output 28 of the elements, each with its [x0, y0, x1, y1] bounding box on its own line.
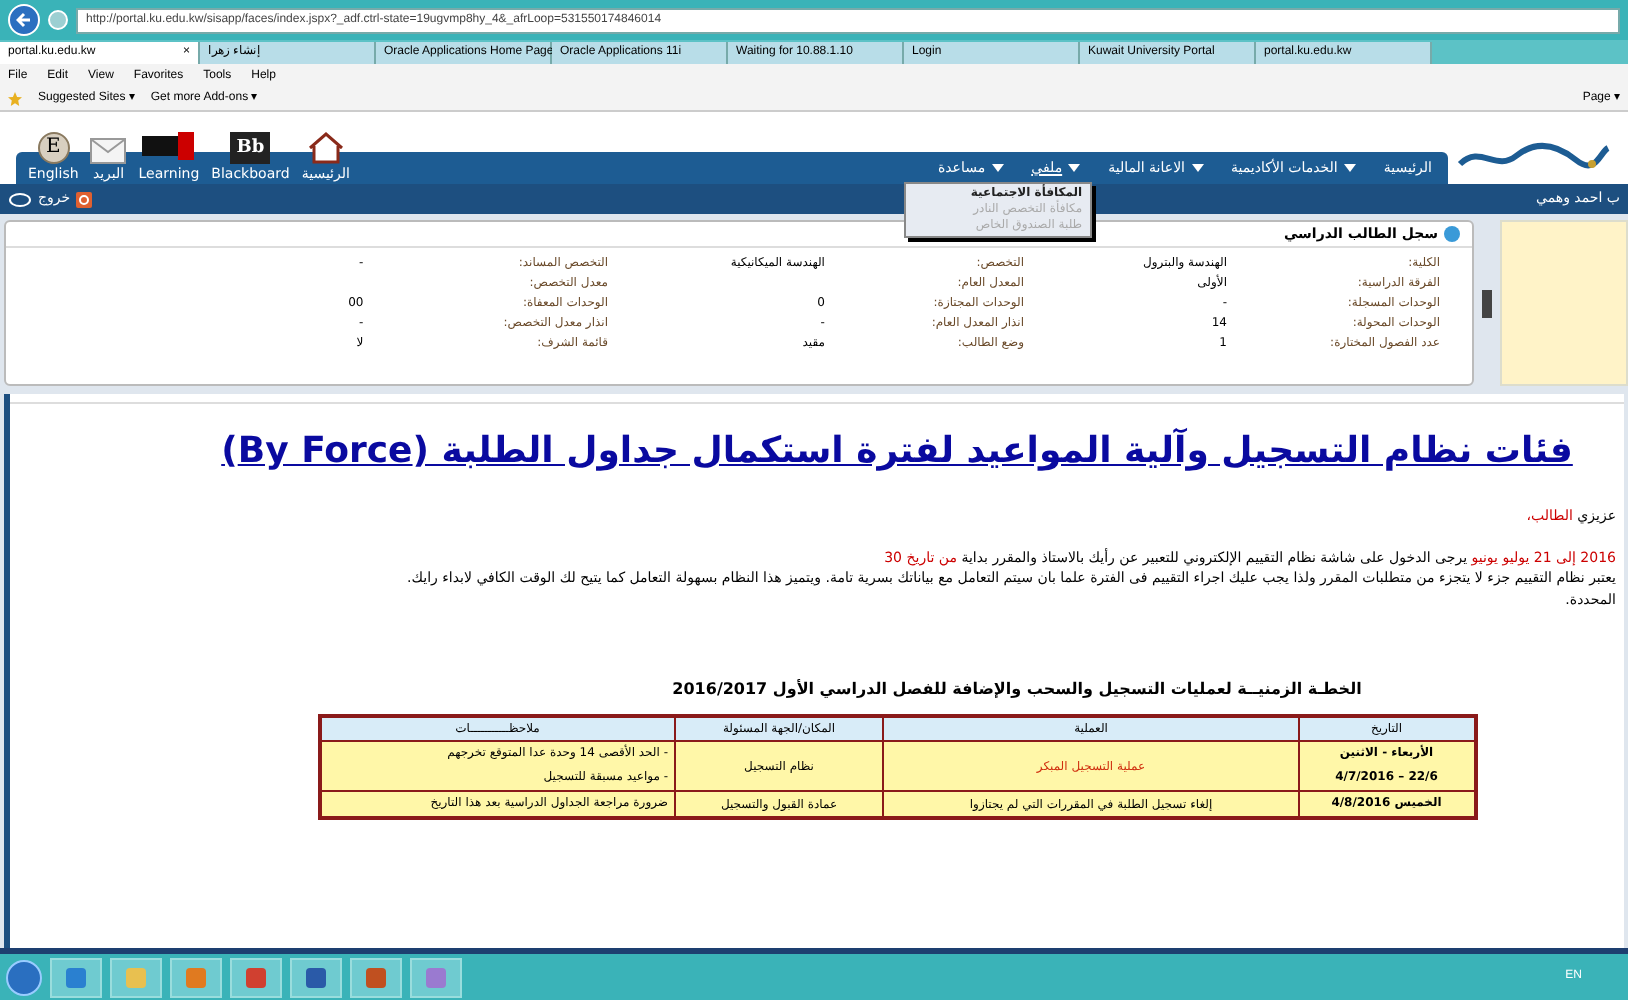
track-logo-icon	[142, 131, 195, 163]
start-button[interactable]	[6, 959, 42, 995]
side-toggle-button[interactable]	[1482, 289, 1492, 317]
star-icon	[8, 92, 22, 106]
heading-link[interactable]: فئات نظام التسجيل وآلية المواعيد لفترة استكمال جداول الطلبة (By Force)	[221, 424, 1573, 478]
home-icon	[307, 131, 344, 163]
info-icon	[1444, 226, 1460, 242]
app-icon	[244, 965, 268, 989]
back-arrow-icon	[16, 12, 32, 28]
taskbar-app-button[interactable]	[410, 957, 462, 997]
envelope-icon	[90, 137, 127, 163]
taskbar-app-button[interactable]	[290, 957, 342, 997]
app-icon	[424, 965, 448, 989]
app-icon	[184, 965, 208, 989]
app-icon	[304, 965, 328, 989]
taskbar-app-button[interactable]	[170, 957, 222, 997]
letter-icon: E	[37, 131, 70, 163]
app-icon	[364, 965, 388, 989]
chat-bubble-icon	[8, 191, 32, 207]
taskbar-app-button[interactable]	[230, 957, 282, 997]
back-button[interactable]	[8, 4, 40, 36]
forward-button[interactable]	[48, 10, 68, 30]
blackboard-logo-icon: Bb	[230, 131, 271, 163]
logout-icon	[76, 191, 93, 207]
app-icon	[64, 965, 88, 989]
app-icon	[124, 965, 148, 989]
taskbar-app-button[interactable]	[50, 957, 102, 997]
taskbar-app-button[interactable]	[350, 957, 402, 997]
